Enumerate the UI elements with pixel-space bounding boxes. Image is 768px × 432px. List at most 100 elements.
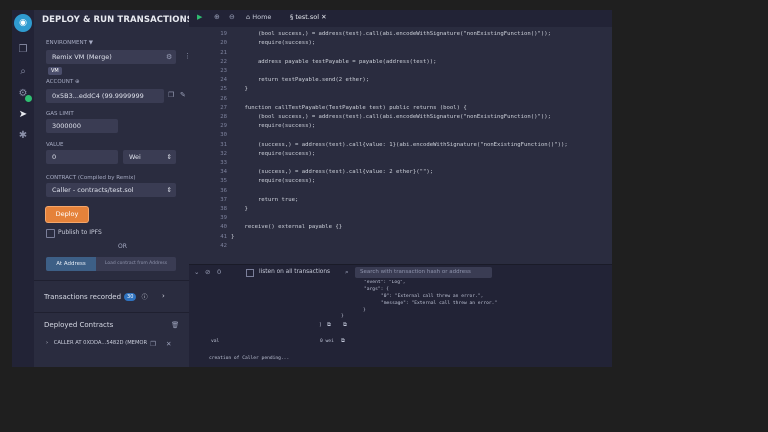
contract-select[interactable]: Caller - contracts/test.sol ⇕ <box>46 183 176 197</box>
code-line: return true; <box>231 196 299 203</box>
code-line: (bool success,) = address(test).call(abi… <box>231 114 551 120</box>
load-contract-input[interactable]: Load contract from Address <box>96 257 176 271</box>
line-number: 37 <box>220 196 227 203</box>
copy-icon[interactable]: ⧉ <box>343 322 347 329</box>
solidity-icon: § <box>290 13 294 21</box>
close-icon[interactable]: ✕ <box>166 340 171 348</box>
code-line: require(success); <box>231 178 316 185</box>
terminal-line: "message": "External call threw an error… <box>381 301 498 306</box>
terminal-line: } <box>363 308 366 313</box>
code-line: function callTestPayable(TestPayable tes… <box>231 104 467 111</box>
editor-tab-bar: ▶ ⊕ ⊖ ⌂ Home § test.sol ✕ <box>189 10 612 27</box>
code-line: (bool success,) = address(test).call(abi… <box>231 31 551 38</box>
run-icon[interactable]: ▶ <box>197 13 202 21</box>
copy-icon[interactable]: ⧉ <box>327 322 331 329</box>
funnel-icon[interactable]: ▼ <box>89 40 93 46</box>
search-icon[interactable]: ⌕ <box>16 64 30 78</box>
trash-icon[interactable]: 🗑 <box>171 321 179 329</box>
environment-label: ENVIRONMENT ▼ <box>46 40 93 46</box>
terminal-search-input[interactable]: Search with transaction hash or address <box>355 267 492 278</box>
terminal-line: "event": "Log", <box>364 280 406 285</box>
edit-icon[interactable]: ✎ <box>180 91 186 99</box>
terminal-output: "event": "Log", "args": { "0": "External… <box>189 280 612 367</box>
copy-icon[interactable]: ❐ <box>168 91 174 99</box>
line-number: 36 <box>220 187 227 194</box>
panel-title: DEPLOY & RUN TRANSACTIONS <box>42 15 194 25</box>
chevron-right-icon[interactable]: › <box>162 292 165 300</box>
code-line: } <box>231 206 248 212</box>
code-line: } <box>231 86 248 93</box>
line-number: 19 <box>220 31 227 38</box>
line-number: 30 <box>220 132 227 139</box>
value-unit-select[interactable]: Wei ⇕ <box>123 150 176 164</box>
code-line: require(success); <box>231 150 316 157</box>
deploy-button[interactable]: Deploy <box>46 207 88 222</box>
settings-icon[interactable]: ⚙ <box>166 53 172 61</box>
or-label: OR <box>118 243 127 250</box>
search-icon: ⌕ <box>345 268 349 276</box>
icon-rail: ◉ ❐ ⌕ ⚙ ➤ ✱ <box>12 10 34 367</box>
compiler-icon[interactable]: ⚙ <box>16 86 32 102</box>
tab-test-sol[interactable]: § test.sol ✕ <box>290 13 327 21</box>
line-number: 31 <box>220 141 227 148</box>
gas-limit-label: GAS LIMIT <box>46 111 74 117</box>
listen-label: listen on all transactions <box>259 269 331 275</box>
terminal-line: creation of Caller pending... <box>209 356 290 361</box>
vm-badge: VM <box>48 67 62 75</box>
value-label: VALUE <box>46 142 64 148</box>
account-label: ACCOUNT ⊕ <box>46 79 80 85</box>
divider <box>34 312 189 313</box>
debugger-icon[interactable]: ✱ <box>16 128 30 142</box>
clear-icon[interactable]: ⊘ <box>205 268 210 276</box>
line-number: 32 <box>220 150 227 157</box>
line-number: 35 <box>220 178 227 185</box>
deployed-contracts-header: Deployed Contracts 🗑 <box>44 321 180 329</box>
gas-limit-input[interactable]: 3000000 <box>46 119 118 133</box>
line-number: 25 <box>220 86 227 93</box>
line-number: 24 <box>220 77 227 84</box>
terminal-line: "0": "External call threw an error.", <box>381 294 484 299</box>
remix-ide-window: ◉ ❐ ⌕ ⚙ ➤ ✱ DEPLOY & RUN TRANSACTIONS ✔ … <box>12 10 612 367</box>
code-line: receive() external payable {} <box>231 224 343 231</box>
chevron-right-icon[interactable]: › <box>182 15 186 25</box>
deploy-run-panel: DEPLOY & RUN TRANSACTIONS ✔ › ENVIRONMEN… <box>34 10 203 367</box>
remix-logo-icon[interactable]: ◉ <box>14 14 32 32</box>
updown-icon: ⇕ <box>166 186 172 194</box>
line-number: 21 <box>220 49 227 56</box>
terminal-toolbar: ⌄ ⊘ 0 listen on all transactions ⌕ Searc… <box>189 264 612 281</box>
account-select[interactable]: 0x5B3...eddC4 (99.9999999 <box>46 89 164 103</box>
tx-count-badge: 30 <box>124 293 137 301</box>
file-explorer-icon[interactable]: ❐ <box>16 42 30 56</box>
chevron-right-icon[interactable]: › <box>46 340 48 346</box>
line-number: 33 <box>220 160 227 166</box>
deploy-run-icon[interactable]: ➤ <box>16 107 30 121</box>
line-number: 39 <box>220 215 227 222</box>
code-line: address payable testPayable = payable(ad… <box>231 58 437 65</box>
plus-icon[interactable]: ⊕ <box>75 79 80 85</box>
code-editor[interactable]: 18 19 (bool success,) = address(test).cal… <box>189 27 612 264</box>
code-line: return testPayable.send(2 ether); <box>231 77 370 84</box>
copy-icon[interactable]: ❐ <box>150 340 156 348</box>
publish-ipfs-checkbox[interactable] <box>46 229 55 238</box>
copy-icon[interactable]: ⧉ <box>341 338 345 345</box>
line-number: 38 <box>220 206 227 212</box>
transactions-recorded-header[interactable]: Transactions recorded 30 ⓘ › <box>44 292 165 301</box>
line-number: 18 <box>201 27 227 28</box>
at-address-button[interactable]: At Address <box>46 257 96 271</box>
compile-success-icon <box>25 95 32 102</box>
line-number: 29 <box>220 123 227 130</box>
zoom-out-icon[interactable]: ⊖ <box>229 13 235 21</box>
line-number: 27 <box>220 104 227 111</box>
code-line: } <box>231 233 235 240</box>
zoom-in-icon[interactable]: ⊕ <box>214 13 220 21</box>
value-input[interactable]: 0 <box>46 150 118 164</box>
environment-select[interactable]: Remix VM (Merge) <box>46 50 176 64</box>
tab-home[interactable]: ⌂ Home <box>246 13 271 21</box>
home-icon: ⌂ <box>246 13 251 21</box>
deployed-instance[interactable]: › CALLER AT 0XDDA...5482D (MEMOR ❐ ✕ <box>46 340 171 348</box>
chevron-down-icon[interactable]: ⌄ <box>194 268 199 276</box>
terminal-line: ] <box>319 323 322 328</box>
close-icon[interactable]: ✕ <box>321 13 326 21</box>
listen-checkbox[interactable] <box>246 269 254 277</box>
line-number: 40 <box>220 224 227 231</box>
